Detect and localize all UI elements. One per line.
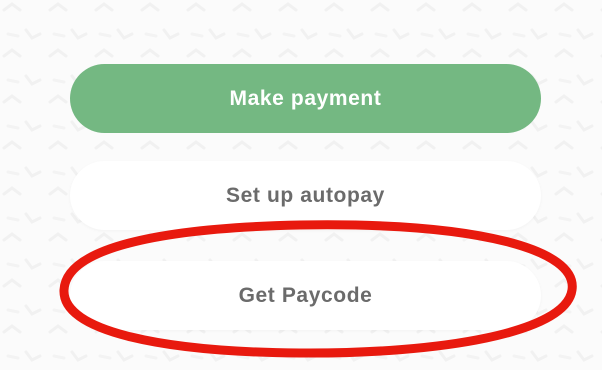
- setup-autopay-button[interactable]: Set up autopay: [70, 161, 541, 230]
- get-paycode-label: Get Paycode: [238, 283, 373, 307]
- make-payment-label: Make payment: [229, 86, 382, 110]
- setup-autopay-label: Set up autopay: [226, 183, 385, 207]
- make-payment-button[interactable]: Make payment: [70, 64, 541, 133]
- get-paycode-button[interactable]: Get Paycode: [70, 261, 541, 330]
